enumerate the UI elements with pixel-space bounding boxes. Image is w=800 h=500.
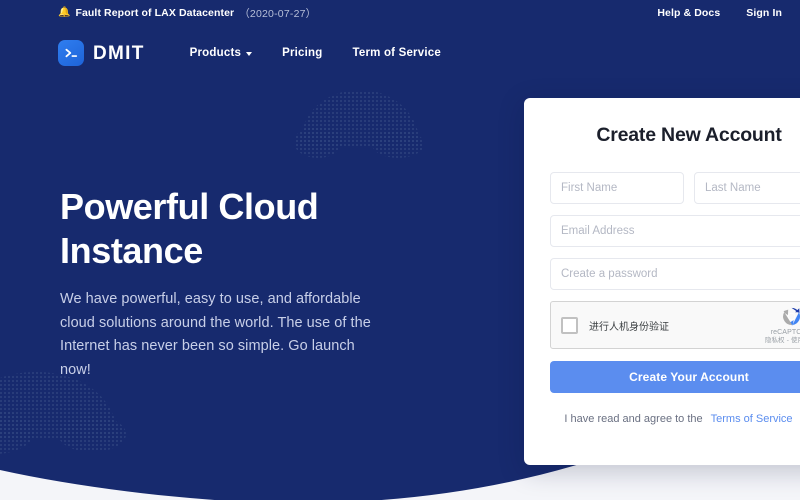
nav-item-products-label: Products bbox=[189, 47, 242, 59]
announcement-message[interactable]: 🔔 Fault Report of LAX Datacenter （2020-0… bbox=[58, 6, 316, 21]
signup-card: Create New Account 进行人机身份验证 reCAPTCHA 隐私… bbox=[524, 98, 800, 465]
recaptcha-label: 进行人机身份验证 bbox=[589, 321, 669, 333]
chevron-down-icon bbox=[246, 52, 253, 56]
terminal-prompt-icon bbox=[58, 40, 84, 66]
recaptcha-widget[interactable]: 进行人机身份验证 reCAPTCHA 隐私权 - 使用条款 bbox=[550, 301, 800, 349]
terms-agreement-row: I have read and agree to the Terms of Se… bbox=[550, 412, 800, 425]
first-name-input[interactable] bbox=[550, 172, 684, 204]
recaptcha-terms-text: 隐私权 - 使用条款 bbox=[765, 336, 800, 345]
recaptcha-branding: reCAPTCHA 隐私权 - 使用条款 bbox=[765, 305, 800, 345]
sign-in-link[interactable]: Sign In bbox=[746, 7, 782, 19]
hero-subtitle: We have powerful, easy to use, and affor… bbox=[60, 291, 371, 378]
nav-links: Products Pricing Term of Service bbox=[190, 47, 441, 59]
recaptcha-icon bbox=[782, 308, 800, 326]
main-navbar: DMIT Products Pricing Term of Service bbox=[0, 30, 800, 76]
password-input[interactable] bbox=[550, 258, 800, 290]
nav-item-term-of-service-label: Term of Service bbox=[352, 47, 441, 59]
hero-title: Powerful Cloud Instance bbox=[60, 185, 400, 272]
terms-agreement-text: I have read and agree to the bbox=[564, 412, 703, 425]
hero-title-line-2: Instance bbox=[60, 229, 203, 271]
signup-card-title: Create New Account bbox=[596, 124, 782, 146]
password-field-row bbox=[550, 258, 800, 290]
announcement-title: Fault Report of LAX Datacenter bbox=[75, 7, 235, 19]
recaptcha-checkbox[interactable] bbox=[561, 316, 578, 334]
create-account-button[interactable]: Create Your Account bbox=[550, 361, 800, 393]
announcement-date: （2020-07-27） bbox=[239, 7, 317, 20]
nav-item-term-of-service[interactable]: Term of Service bbox=[352, 47, 440, 59]
terms-of-service-link[interactable]: Terms of Service bbox=[711, 413, 793, 425]
nav-item-pricing-label: Pricing bbox=[282, 47, 323, 59]
announcement-actions: Help & Docs Sign In bbox=[657, 7, 782, 19]
name-field-row bbox=[550, 172, 800, 204]
email-field-row bbox=[550, 215, 800, 247]
help-and-docs-link[interactable]: Help & Docs bbox=[657, 7, 720, 19]
hero-title-line-1: Powerful Cloud bbox=[60, 186, 319, 227]
email-input[interactable] bbox=[550, 215, 800, 247]
brand-logo[interactable]: DMIT bbox=[58, 40, 145, 66]
bell-icon: 🔔 bbox=[58, 7, 71, 18]
announcement-bar: 🔔 Fault Report of LAX Datacenter （2020-0… bbox=[0, 0, 800, 26]
brand-name: DMIT bbox=[93, 42, 145, 64]
nav-item-pricing[interactable]: Pricing bbox=[282, 47, 322, 59]
nav-item-products[interactable]: Products bbox=[189, 47, 253, 59]
hero-section: Powerful Cloud Instance We have powerful… bbox=[60, 185, 400, 382]
last-name-input[interactable] bbox=[694, 172, 800, 204]
